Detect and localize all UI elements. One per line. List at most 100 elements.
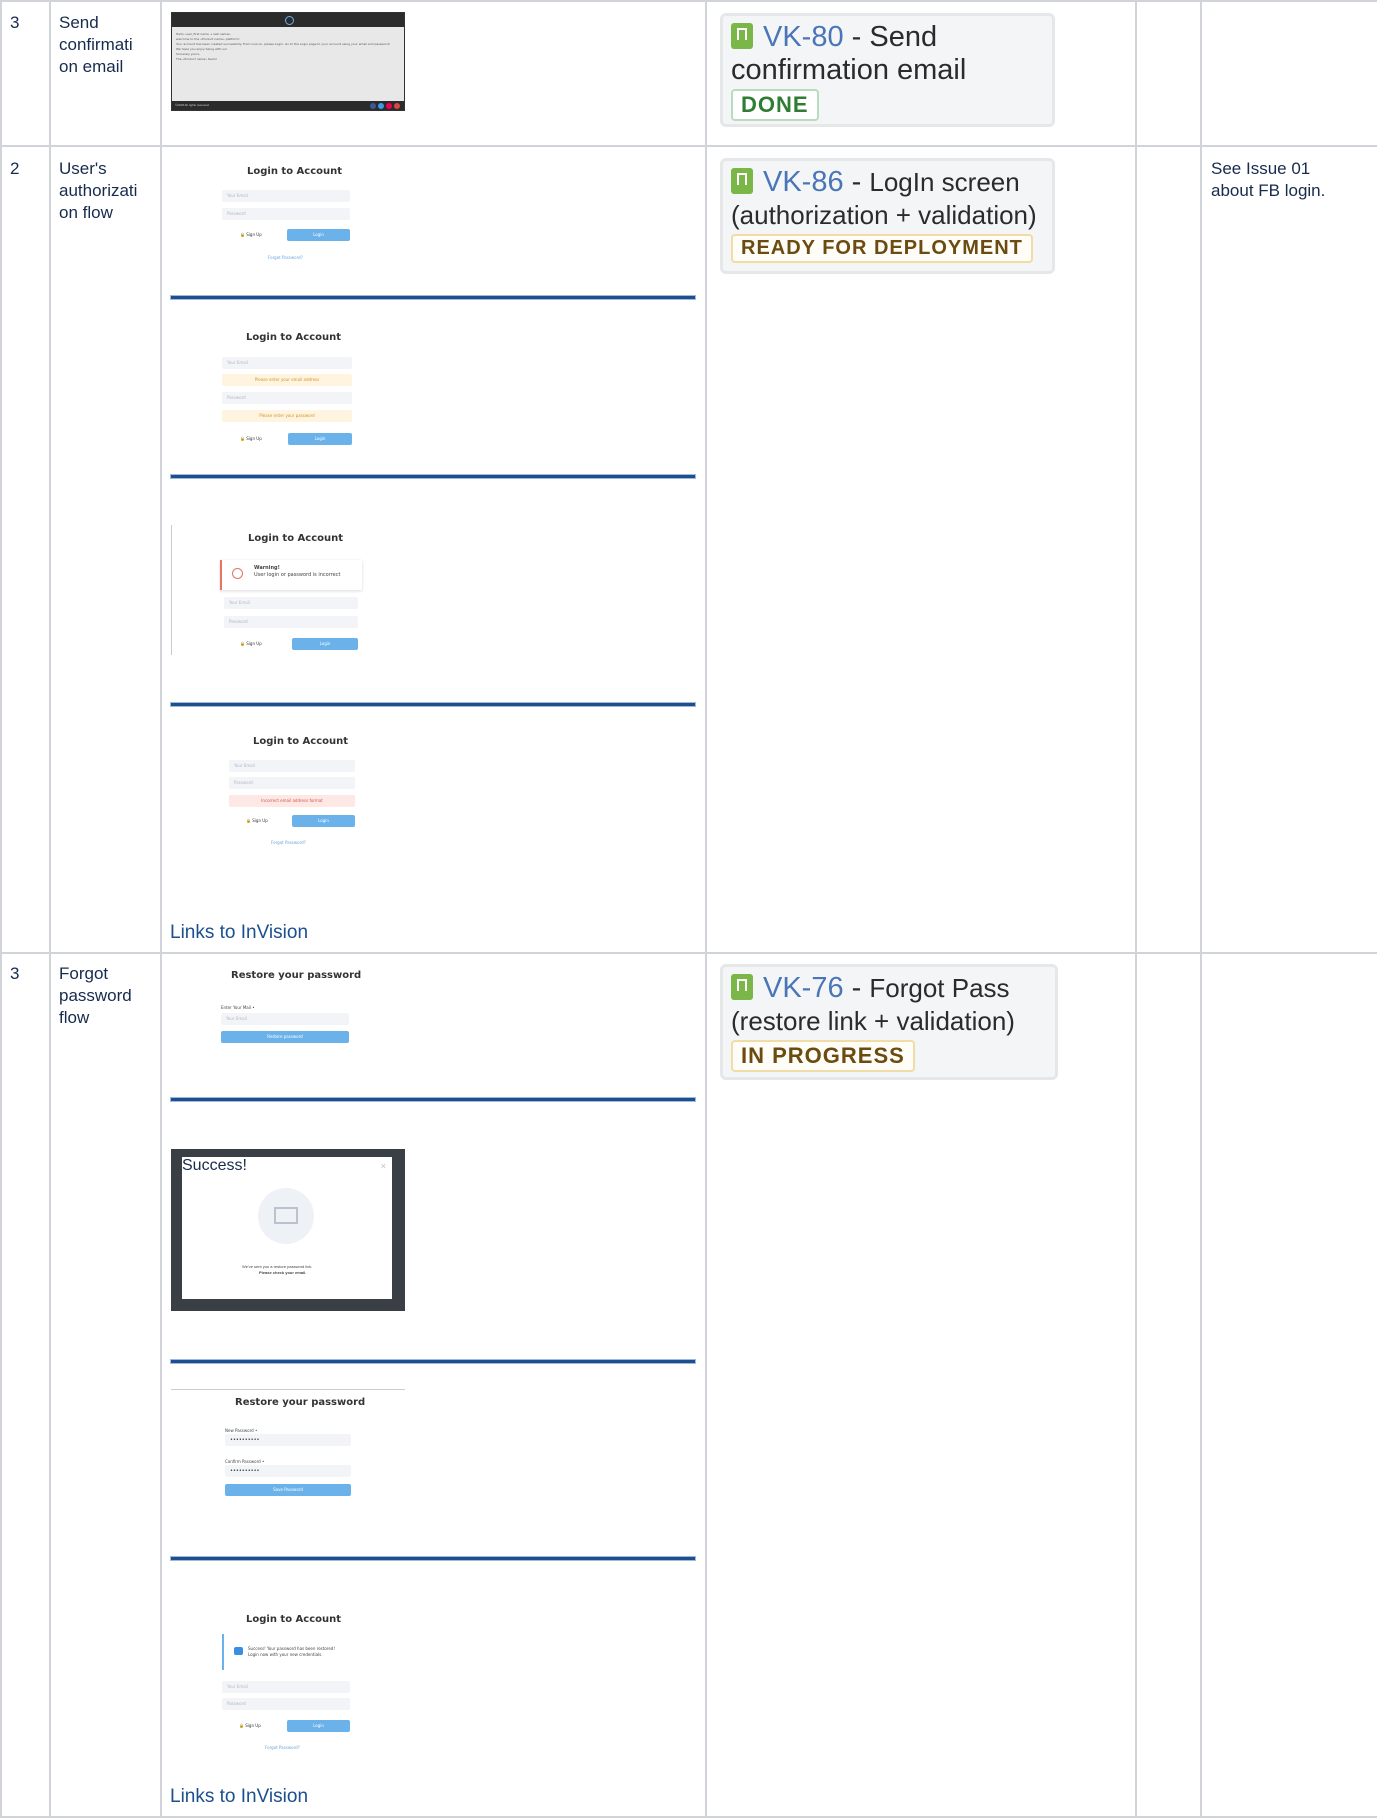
confirmation-email-screenshot: Hello, user_first name + last names, wel…	[171, 12, 405, 111]
bookmark-icon	[731, 23, 753, 49]
jira-title: Forgot Pass	[869, 973, 1010, 1003]
signup-label: Sign Up	[252, 818, 268, 823]
mock-success-alert: Success! Your password has been restored…	[222, 1634, 352, 1670]
mock-title: Login to Account	[253, 736, 349, 747]
title-line: Send	[59, 13, 99, 32]
mock-email-field: Your Email	[221, 1013, 349, 1025]
table-border-top	[0, 0, 1377, 2]
mock-email-field: Your Email	[222, 1681, 350, 1693]
separator	[170, 295, 696, 300]
mock-text: We've sent you a restore password link.	[242, 1264, 313, 1269]
status-badge: IN PROGRESS	[731, 1040, 915, 1072]
mock-text: Please check your email.	[259, 1270, 307, 1275]
mock-password-field: ••••••••••	[225, 1465, 351, 1477]
feature-title: User's authorizati on flow	[59, 158, 137, 224]
signup-label: Sign Up	[246, 232, 262, 237]
separator	[170, 1556, 696, 1561]
mock-password-field: Password	[222, 1698, 350, 1710]
mock-password-field: Password	[222, 208, 350, 220]
social-icon	[394, 103, 400, 109]
mock-email-field: Your Email	[222, 357, 352, 369]
mock-login-btn: Login	[287, 1720, 350, 1732]
note-line: See Issue 01	[1211, 159, 1311, 178]
feature-title: Send confirmati on email	[59, 12, 133, 78]
jira-title: Send	[869, 21, 938, 53]
note-line: about FB login.	[1211, 181, 1326, 200]
footer-text: ©2018 All rights reserved.	[175, 103, 210, 107]
invision-link[interactable]: Links to InVision	[170, 922, 308, 944]
mock-password-field: Password	[224, 616, 358, 628]
alert-text: Login now with your new credentials.	[248, 1652, 323, 1657]
jira-title-cont: (restore link + validation)	[731, 1006, 1015, 1036]
social-icon	[370, 103, 376, 109]
row-divider	[0, 145, 1377, 147]
row-number: 3	[10, 964, 20, 983]
mock-login-btn: Login	[292, 638, 358, 650]
jira-key[interactable]: VK-80	[763, 21, 844, 53]
jira-key[interactable]: VK-86	[763, 166, 844, 198]
mock-alert: Warning! User login or password is incor…	[220, 560, 362, 590]
mock-title: Login to Account	[246, 1614, 342, 1625]
title-line: password	[59, 986, 132, 1005]
signup-label: Sign Up	[246, 641, 262, 646]
feature-title: Forgot password flow	[59, 963, 132, 1029]
login-restored-mockup: Login to Account Success! Your password …	[218, 1611, 358, 1756]
mock-password-field: ••••••••••	[225, 1434, 351, 1446]
col-divider	[705, 0, 707, 1818]
row-number: 3	[10, 13, 20, 32]
login-format-error-mockup: Login to Account Your Email Password Inc…	[225, 733, 365, 853]
mock-password-field: Password	[229, 777, 355, 789]
logo-icon	[285, 16, 294, 25]
thumbs-up-icon	[234, 1647, 243, 1655]
jira-line1: VK-80 - Send	[731, 20, 1044, 54]
restore-password-mockup: Restore your password Enter Your Mail • …	[215, 966, 365, 1056]
mock-label: Enter Your Mail •	[221, 1005, 255, 1010]
jira-title-cont: confirmation email	[731, 54, 967, 86]
social-icon	[378, 103, 384, 109]
jira-issue-card[interactable]: VK-80 - Send confirmation email DONE	[720, 13, 1055, 127]
mock-signup: 🔒 Sign Up	[246, 818, 268, 823]
title-line: flow	[59, 1008, 90, 1027]
mock-email-field: Your Email	[224, 597, 358, 609]
modal-card: × Success! We've sent you a restore pass…	[182, 1157, 392, 1299]
title-line: on email	[59, 57, 124, 76]
mock-title: Success!	[182, 1157, 247, 1174]
separator	[170, 1097, 696, 1102]
mock-signup: 🔒 Sign Up	[240, 641, 262, 646]
bookmark-icon	[731, 974, 753, 1000]
alert-icon	[232, 568, 243, 579]
mock-forgot: Forgot Password?	[271, 840, 306, 845]
alert-text: Success! Your password has been restored…	[248, 1646, 335, 1651]
separator	[170, 702, 696, 707]
close-icon: ×	[380, 1161, 386, 1171]
mock-error: Incorrect email address format	[229, 795, 355, 807]
social-icon	[386, 103, 392, 109]
mock-signup: 🔒 Sign Up	[240, 232, 262, 237]
invision-link[interactable]: Links to InVision	[170, 1786, 308, 1808]
jira-title-cont: (authorization + validation)	[731, 200, 1037, 230]
alert-title: Warning!	[254, 565, 280, 571]
mock-label: Confirm Password •	[225, 1459, 265, 1464]
status-badge: DONE	[731, 89, 819, 121]
col-divider	[0, 0, 2, 1818]
col-divider	[160, 0, 162, 1818]
mock-email-field: Your Email	[222, 190, 350, 202]
mock-title: Login to Account	[248, 533, 344, 544]
mock-warning: Please enter your email address	[222, 374, 352, 386]
jira-issue-card[interactable]: VK-86 - LogIn screen (authorization + va…	[720, 158, 1055, 274]
mock-title: Login to Account	[246, 332, 342, 343]
mock-signup: 🔒 Sign Up	[239, 1723, 261, 1728]
email-footer: ©2018 All rights reserved.	[172, 101, 404, 110]
row-number: 2	[10, 159, 20, 178]
mock-title: Restore your password	[231, 970, 362, 981]
mock-password-field: Password	[222, 392, 352, 404]
alert-text: User login or password is incorrect	[254, 572, 341, 578]
col-divider	[1200, 0, 1202, 1818]
jira-issue-card[interactable]: VK-76 - Forgot Pass (restore link + vali…	[720, 964, 1058, 1080]
jira-key[interactable]: VK-76	[763, 972, 844, 1004]
signup-label: Sign Up	[245, 1723, 261, 1728]
mock-login-btn: Login	[287, 229, 350, 241]
success-modal-mockup: × Success! We've sent you a restore pass…	[171, 1149, 405, 1311]
title-line: confirmati	[59, 35, 133, 54]
mock-forgot: Forgot Password?	[265, 1745, 300, 1750]
